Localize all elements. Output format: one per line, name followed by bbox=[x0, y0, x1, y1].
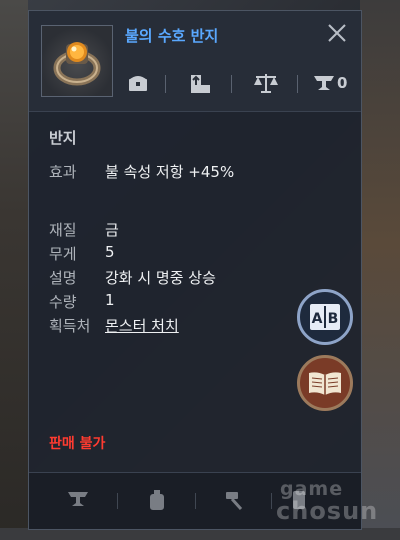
description-label: 설명 bbox=[49, 269, 77, 287]
svg-text:B: B bbox=[328, 311, 339, 327]
background-right bbox=[360, 0, 400, 540]
effect-value: 불 속성 저항 +45% bbox=[105, 163, 235, 181]
close-button[interactable] bbox=[325, 21, 349, 45]
close-icon bbox=[328, 24, 346, 42]
divider bbox=[165, 75, 166, 93]
quantity-label: 수량 bbox=[49, 293, 77, 311]
divider bbox=[231, 75, 232, 93]
effect-label: 효과 bbox=[49, 163, 77, 181]
divider bbox=[271, 493, 272, 509]
item-name: 불의 수호 반지 bbox=[125, 27, 219, 45]
svg-text:A: A bbox=[312, 311, 323, 327]
scale-icon[interactable] bbox=[253, 71, 279, 95]
anvil-icon[interactable] bbox=[67, 489, 89, 513]
watermark: game chosun bbox=[276, 478, 379, 525]
item-category: 반지 bbox=[49, 129, 77, 147]
compare-button[interactable]: A B bbox=[297, 289, 353, 345]
potion-icon[interactable] bbox=[147, 489, 167, 515]
background-left bbox=[0, 0, 28, 540]
compare-ab-icon: A B bbox=[310, 304, 340, 330]
source-label: 획득처 bbox=[49, 317, 91, 335]
item-header: 불의 수호 반지 0 bbox=[29, 11, 361, 112]
weight-label: 무게 bbox=[49, 245, 77, 263]
description-value: 강화 시 명중 상승 bbox=[105, 269, 216, 287]
ring-with-orange-gem-icon bbox=[41, 25, 113, 97]
watermark-line2: chosun bbox=[276, 497, 379, 525]
item-attribute-icons: 0 bbox=[125, 69, 351, 97]
not-sellable-notice: 판매 불가 bbox=[49, 436, 106, 452]
hammer-icon[interactable] bbox=[223, 489, 245, 515]
item-tooltip-panel: 불의 수호 반지 0 반지 효과 불 속성 저항 +45% 재질 금 무게 5 … bbox=[28, 10, 362, 530]
quantity-value: 1 bbox=[105, 291, 115, 309]
book-button[interactable] bbox=[297, 355, 353, 411]
divider bbox=[195, 493, 196, 509]
book-icon bbox=[309, 372, 341, 395]
upgrade-tower-icon[interactable] bbox=[187, 71, 213, 95]
divider bbox=[117, 493, 118, 509]
material-label: 재질 bbox=[49, 221, 77, 239]
chest-icon[interactable] bbox=[127, 71, 149, 95]
anvil-count: 0 bbox=[337, 74, 348, 92]
weight-value: 5 bbox=[105, 243, 115, 261]
source-link[interactable]: 몬스터 처치 bbox=[105, 315, 179, 336]
divider bbox=[297, 75, 298, 93]
material-value: 금 bbox=[105, 221, 119, 239]
anvil-icon[interactable]: 0 bbox=[313, 71, 347, 95]
